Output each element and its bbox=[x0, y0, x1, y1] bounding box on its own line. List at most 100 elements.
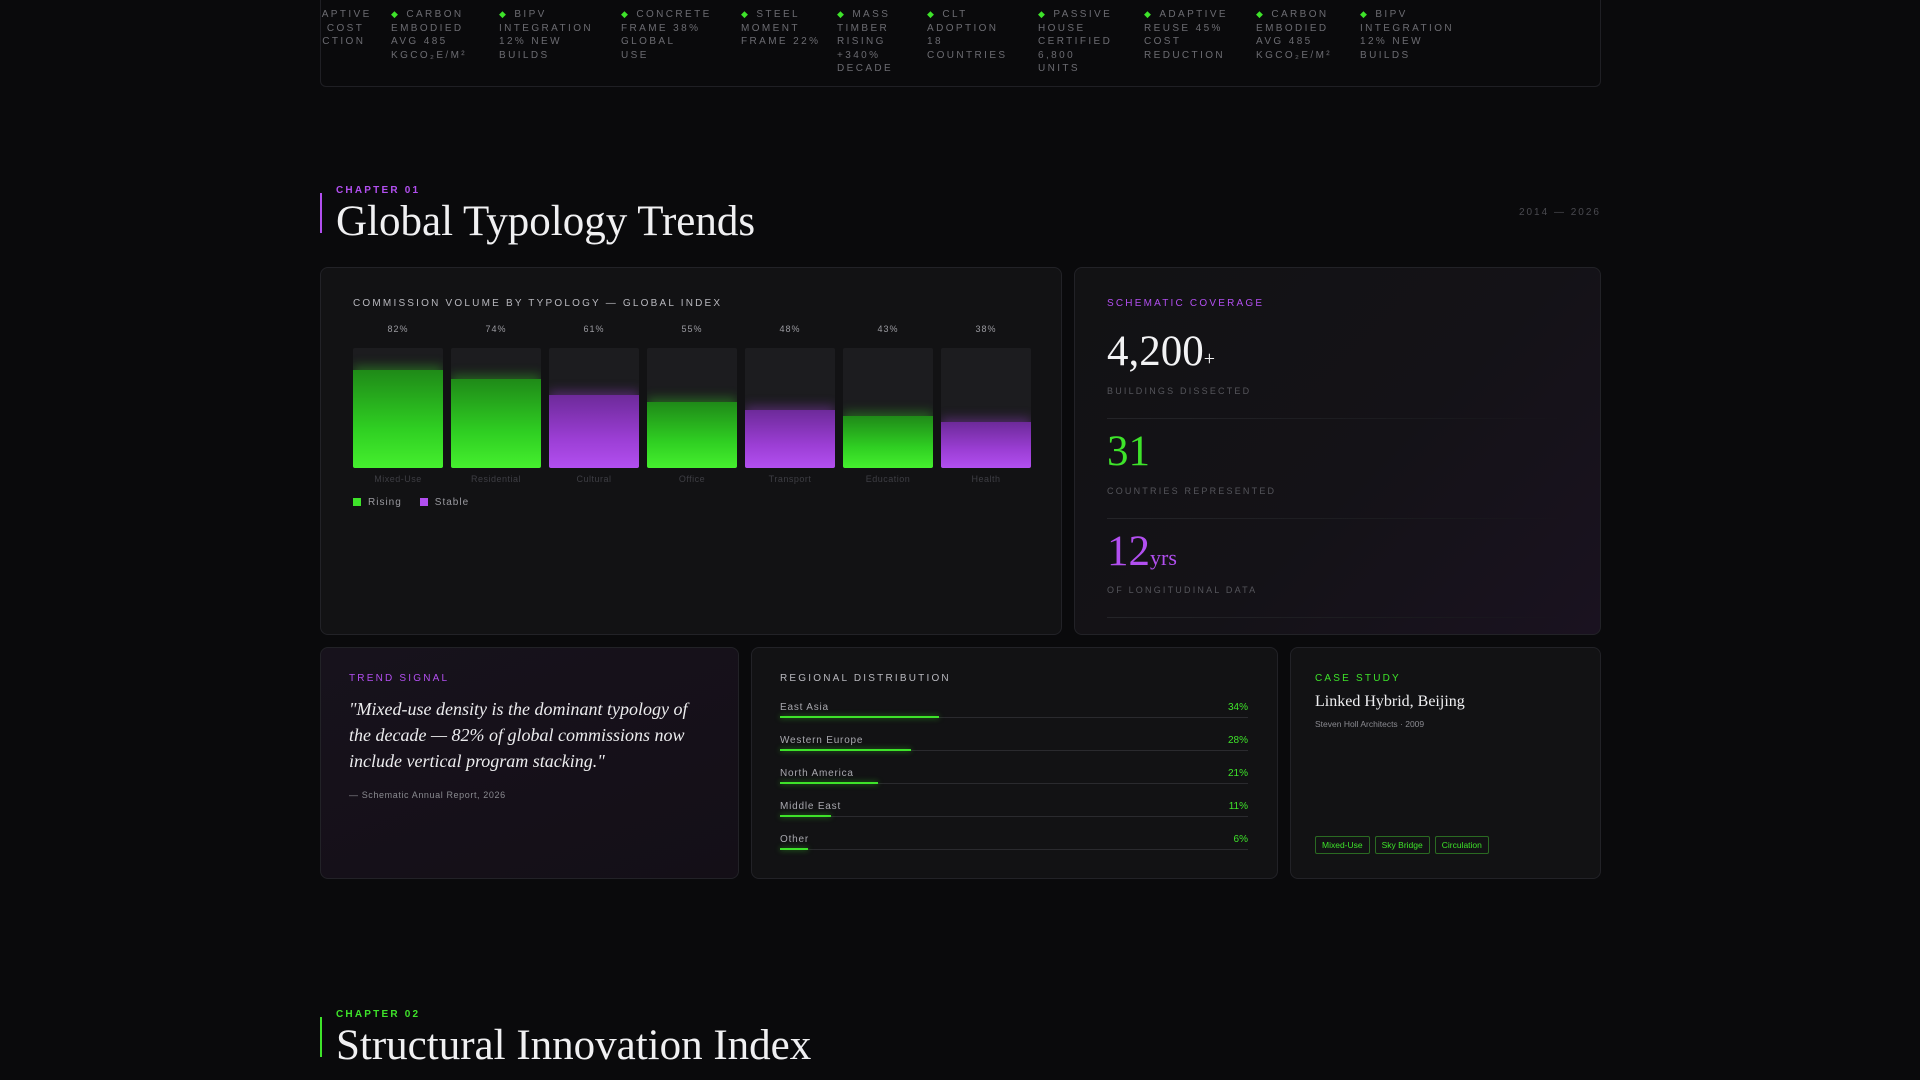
case-study-card[interactable]: CASE STUDY Linked Hybrid, Beijing Steven… bbox=[1290, 647, 1601, 879]
regional-distribution-card: REGIONAL DISTRIBUTION East Asia 34% Wester… bbox=[751, 647, 1278, 879]
commission-chart-card: COMMISSION VOLUME BY TYPOLOGY — GLOBAL I… bbox=[320, 267, 1062, 635]
divider bbox=[1107, 418, 1569, 419]
bar bbox=[843, 416, 933, 468]
region-percent: 21% bbox=[1227, 768, 1248, 779]
bar-value-label: 61% bbox=[583, 324, 605, 334]
bar-track bbox=[353, 348, 443, 468]
bar-value-label: 74% bbox=[485, 324, 507, 334]
legend-swatch bbox=[419, 498, 428, 506]
chapter-rule bbox=[320, 193, 322, 233]
region-name: Middle East bbox=[780, 801, 842, 812]
tag[interactable]: Circulation bbox=[1434, 836, 1489, 854]
ticker-text: Steel Moment Frame 22% bbox=[741, 9, 821, 47]
bar-track bbox=[745, 348, 835, 468]
region-bar bbox=[780, 815, 832, 817]
region-name: Western Europe bbox=[780, 735, 864, 746]
bar-value-label: 55% bbox=[681, 324, 703, 334]
stat-label: COUNTRIES REPRESENTED bbox=[1107, 486, 1277, 496]
diamond-icon: ◆ bbox=[621, 9, 631, 19]
stat-value: 31 bbox=[1107, 428, 1150, 475]
ticker-item: ◆ Carbon Embodied Avg 485 KgCO₂e/m² bbox=[1256, 8, 1360, 76]
region-percent: 6% bbox=[1233, 834, 1248, 845]
stat-buildings: 4,200+ BUILDINGS DISSECTED bbox=[1107, 328, 1569, 419]
bar-track bbox=[843, 348, 933, 468]
stat-countries: 31 COUNTRIES REPRESENTED bbox=[1107, 428, 1569, 519]
bar-track bbox=[647, 348, 737, 468]
case-study-name[interactable]: Linked Hybrid, Beijing bbox=[1315, 693, 1465, 711]
coverage-title: SCHEMATIC COVERAGE bbox=[1107, 298, 1265, 309]
ticker-text: Carbon Embodied Avg 485 KgCO₂e/m² bbox=[1256, 9, 1333, 61]
trend-quote: "Mixed-use density is the dominant typol… bbox=[349, 699, 688, 771]
regional-title: REGIONAL DISTRIBUTION bbox=[780, 673, 951, 684]
coverage-card: SCHEMATIC COVERAGE 4,200+ BUILDINGS DISS… bbox=[1074, 267, 1601, 635]
chapter-title: Global Typology Trends bbox=[336, 198, 756, 245]
diamond-icon: ◆ bbox=[927, 9, 937, 19]
legend-item: Rising bbox=[353, 497, 402, 508]
bar-value-label: 38% bbox=[975, 324, 997, 334]
ticker-item: ◆ Concrete Frame 38% Global Use bbox=[621, 8, 741, 76]
ticker-text: Adaptive Re Cost Duction bbox=[321, 9, 372, 47]
tag[interactable]: Mixed-Use bbox=[1315, 836, 1370, 854]
region-percent: 11% bbox=[1228, 801, 1248, 812]
region-name: North America bbox=[780, 768, 854, 779]
diamond-icon: ◆ bbox=[499, 9, 509, 19]
bar-category-label: Cultural bbox=[576, 474, 612, 484]
bar bbox=[745, 410, 835, 468]
region-track bbox=[780, 749, 1248, 751]
ticker-text: BIPV Integration 12% New Builds bbox=[499, 9, 593, 61]
bar bbox=[549, 394, 639, 468]
case-study-meta: Steven Holl Architects · 2009 bbox=[1315, 719, 1425, 729]
quote-source: — Schematic Annual Report, 2026 bbox=[349, 790, 506, 800]
region-name: Other bbox=[780, 834, 810, 845]
divider bbox=[1107, 617, 1569, 618]
bar-category-label: Office bbox=[678, 474, 706, 484]
region-row: East Asia 34% bbox=[780, 702, 1248, 735]
region-row: Western Europe 28% bbox=[780, 735, 1248, 768]
bar-track bbox=[549, 348, 639, 468]
tag[interactable]: Sky Bridge bbox=[1374, 836, 1430, 854]
ticker-text: BIPV Integration 12% New Builds bbox=[1360, 9, 1454, 61]
stat-value: 4,200+ bbox=[1107, 328, 1216, 375]
ticker-item: ◆ Steel Moment Frame 22% bbox=[741, 8, 837, 76]
diamond-icon: ◆ bbox=[1038, 9, 1048, 19]
divider bbox=[1107, 518, 1569, 519]
trend-title: TREND SIGNAL bbox=[349, 673, 450, 684]
bar-value-label: 48% bbox=[779, 324, 801, 334]
region-percent: 34% bbox=[1227, 702, 1248, 713]
region-name: East Asia bbox=[780, 702, 829, 713]
region-track bbox=[780, 815, 1248, 817]
ticker-item: ◆ BIPV Integration 12% New Builds bbox=[1360, 8, 1460, 76]
bar-category-label: Mixed-Use bbox=[374, 474, 422, 484]
bar-category-label: Transport bbox=[768, 474, 812, 484]
tag-list: Mixed-Use Sky Bridge Circulation bbox=[1315, 836, 1489, 854]
diamond-icon: ◆ bbox=[837, 9, 847, 19]
ticker-text: Concrete Frame 38% Global Use bbox=[621, 9, 712, 61]
case-study-title: CASE STUDY bbox=[1315, 673, 1401, 684]
region-row: North America 21% bbox=[780, 768, 1248, 801]
diamond-icon: ◆ bbox=[391, 9, 401, 19]
bar-category-label: Education bbox=[865, 474, 911, 484]
stat-label: BUILDINGS DISSECTED bbox=[1107, 386, 1252, 396]
ticker-text: Adaptive Reuse 45% Cost Reduction bbox=[1144, 9, 1228, 61]
ticker-text: CLT Adoption 18 Countries bbox=[927, 9, 1008, 61]
diamond-icon: ◆ bbox=[1256, 9, 1266, 19]
ticker-text: Carbon Embodied Avg 485 KgCO₂e/m² bbox=[391, 9, 468, 61]
ticker-text: Passive House Certified 6,800 Units bbox=[1038, 9, 1113, 74]
region-row: Other 6% bbox=[780, 834, 1248, 867]
region-bar bbox=[780, 848, 809, 850]
ticker-item: Adaptive Re Cost Duction bbox=[321, 8, 391, 76]
legend-swatch bbox=[353, 498, 361, 506]
region-track bbox=[780, 782, 1248, 784]
ticker-item: ◆ BIPV Integration 12% New Builds bbox=[499, 8, 621, 76]
bar-value-label: 82% bbox=[387, 324, 409, 334]
chapter-label: CHAPTER 02 bbox=[336, 1009, 421, 1020]
bar-value-label: 43% bbox=[877, 324, 899, 334]
bar-track bbox=[451, 348, 541, 468]
trend-signal-card: TREND SIGNAL "Mixed-use density is the d… bbox=[320, 647, 739, 879]
bar-track bbox=[941, 348, 1031, 468]
ticker-strip: Adaptive Re Cost Duction◆Carbon Embodied… bbox=[320, 0, 1601, 87]
ticker-track: Adaptive Re Cost Duction◆Carbon Embodied… bbox=[321, 8, 1460, 76]
region-track bbox=[780, 848, 1248, 850]
bar bbox=[353, 369, 443, 468]
ticker-item: ◆ CLT Adoption 18 Countries bbox=[927, 8, 1038, 76]
